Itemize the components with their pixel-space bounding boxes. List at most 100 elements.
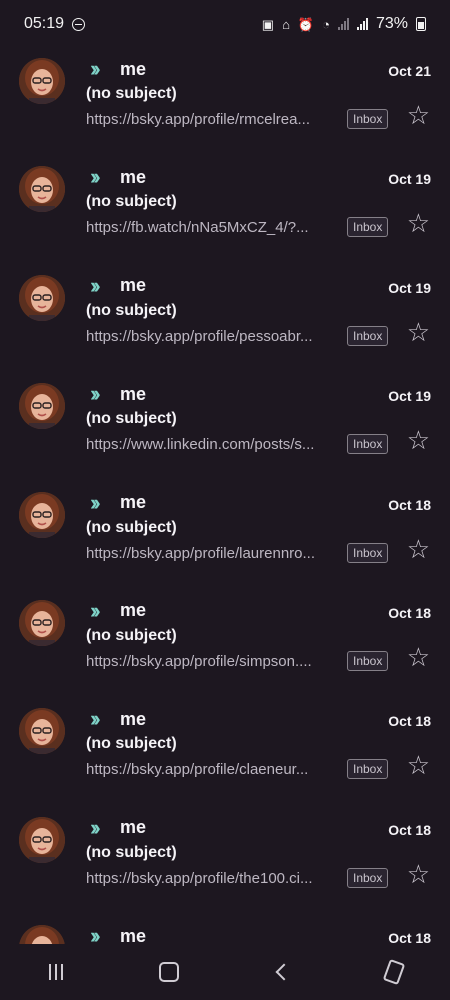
forwarded-icon: ››	[90, 489, 101, 515]
email-subject: (no subject)	[86, 843, 177, 861]
bed-icon: ⌂	[282, 16, 290, 32]
inbox-label: Inbox	[347, 434, 389, 455]
sender-line: ›› me	[90, 597, 147, 623]
email-date: Oct 18	[388, 604, 431, 621]
sender-line: ›› me	[90, 166, 146, 188]
sender-name: me	[120, 492, 147, 513]
email-snippet: https://bsky.app/profile/the100.ci...	[86, 869, 313, 887]
forwarded-icon: ››	[90, 706, 101, 732]
email-subject: (no subject)	[86, 301, 177, 319]
email-snippet: https://bsky.app/profile/laurennro...	[86, 544, 316, 562]
email-row[interactable]: ›› me Oct 18 (no subject) https://bsky.app/p…	[0, 704, 450, 812]
sender-avatar[interactable]	[19, 708, 65, 755]
home-button[interactable]	[139, 948, 199, 996]
wifi-icon: ◔	[322, 16, 330, 32]
email-snippet: https://bsky.app/profile/rmcelrea...	[86, 111, 310, 128]
sender-avatar[interactable]	[19, 274, 65, 321]
email-row[interactable]: ›› me Oct 18 (no subject) https://bsky.app/p…	[0, 596, 450, 704]
email-row[interactable]: ›› me Oct 18 (no subject) https://bsky.app/p…	[0, 488, 450, 596]
rotate-screen-icon	[382, 958, 406, 986]
email-row[interactable]: ›› me Oct 18 (no subject) https://bsky.app/p…	[0, 813, 450, 921]
star-icon[interactable]: ☆	[407, 643, 430, 671]
email-row[interactable]: ›› me Oct 19 (no subject) https://fb.watch/n…	[0, 162, 450, 270]
sender-avatar[interactable]	[19, 491, 65, 538]
inbox-label: Inbox	[347, 759, 389, 780]
battery-percent: 73%	[375, 15, 408, 32]
status-bar: 05:19 ▣ ⌂ ⏰ ◔ 73%	[0, 0, 450, 48]
inbox-label: Inbox	[347, 867, 389, 888]
email-date: Oct 21	[388, 63, 431, 79]
email-snippet: https://www.linkedin.com/posts/s...	[86, 436, 315, 454]
signal-icon-sim2	[356, 18, 368, 30]
email-subject: (no subject)	[86, 85, 177, 102]
email-snippet: https://bsky.app/profile/pessoabr...	[86, 327, 313, 345]
home-icon	[158, 962, 179, 982]
email-subject: (no subject)	[86, 518, 177, 536]
forwarded-icon: ››	[90, 272, 101, 298]
inbox-label: Inbox	[347, 650, 389, 671]
status-right: ▣ ⌂ ⏰ ◔ 73%	[262, 15, 426, 33]
alarm-icon: ⏰	[297, 16, 315, 32]
sender-name: me	[120, 600, 147, 621]
star-icon[interactable]: ☆	[407, 101, 430, 129]
forwarded-icon: ››	[90, 56, 101, 81]
sender-line: ›› me	[90, 383, 146, 405]
recents-icon	[49, 964, 64, 980]
sender-avatar[interactable]	[19, 599, 65, 646]
sender-avatar[interactable]	[19, 383, 65, 430]
sender-name: me	[120, 708, 147, 729]
battery-icon	[416, 17, 426, 31]
forwarded-icon: ››	[90, 381, 101, 407]
back-icon	[275, 963, 293, 981]
status-left: 05:19	[24, 15, 86, 33]
sender-line: ›› me	[90, 708, 146, 730]
sender-name: me	[120, 817, 147, 838]
star-icon[interactable]: ☆	[407, 860, 430, 888]
email-date: Oct 19	[388, 279, 431, 296]
email-list: ›› me Oct 21 (no subject) https://bsky.app/p…	[0, 54, 450, 981]
recents-button[interactable]	[26, 948, 86, 996]
email-subject: (no subject)	[86, 626, 177, 644]
status-time: 05:19	[24, 15, 65, 32]
inbox-label: Inbox	[347, 109, 389, 129]
star-icon[interactable]: ☆	[407, 318, 430, 346]
signal-icon-sim1	[337, 18, 349, 30]
email-snippet: https://bsky.app/profile/simpson....	[86, 652, 312, 670]
navigation-bar	[0, 944, 450, 1000]
sender-line: ›› me	[90, 58, 146, 80]
sender-avatar[interactable]	[19, 816, 65, 863]
sender-line: ›› me	[90, 489, 147, 515]
star-icon[interactable]: ☆	[407, 209, 430, 237]
sender-avatar[interactable]	[19, 166, 65, 213]
star-icon[interactable]: ☆	[407, 751, 430, 779]
sender-name: me	[120, 166, 147, 187]
email-date: Oct 19	[388, 388, 431, 405]
sender-avatar[interactable]	[19, 58, 65, 104]
inbox-label: Inbox	[347, 542, 389, 563]
star-icon[interactable]: ☆	[407, 426, 430, 454]
back-button[interactable]	[251, 948, 311, 996]
forwarded-icon: ››	[90, 164, 101, 190]
email-subject: (no subject)	[86, 735, 177, 753]
sender-line: ›› me	[90, 272, 147, 298]
email-subject: (no subject)	[86, 193, 177, 211]
sender-name: me	[120, 383, 147, 404]
do-not-disturb-icon	[72, 17, 86, 31]
email-snippet: https://fb.watch/nNa5MxCZ_4/?...	[86, 219, 309, 237]
notification-app-icon: ▣	[261, 16, 275, 32]
email-row[interactable]: ›› me Oct 21 (no subject) https://bsky.app/p…	[0, 54, 450, 162]
email-date: Oct 18	[388, 821, 431, 838]
email-row[interactable]: ›› me Oct 19 (no subject) https://bsky.app/p…	[0, 271, 450, 379]
rotate-screen-button[interactable]	[364, 948, 424, 996]
email-subject: (no subject)	[86, 410, 177, 428]
sender-name: me	[120, 275, 147, 296]
sender-line: ›› me	[90, 814, 147, 840]
email-row[interactable]: ›› me Oct 19 (no subject) https://www.linked…	[0, 379, 450, 487]
forwarded-icon: ››	[90, 597, 101, 623]
email-date: Oct 19	[388, 171, 431, 188]
email-date: Oct 18	[388, 713, 431, 730]
inbox-label: Inbox	[347, 217, 389, 238]
forwarded-icon: ››	[90, 814, 101, 840]
star-icon[interactable]: ☆	[407, 535, 430, 563]
inbox-label: Inbox	[347, 325, 389, 346]
